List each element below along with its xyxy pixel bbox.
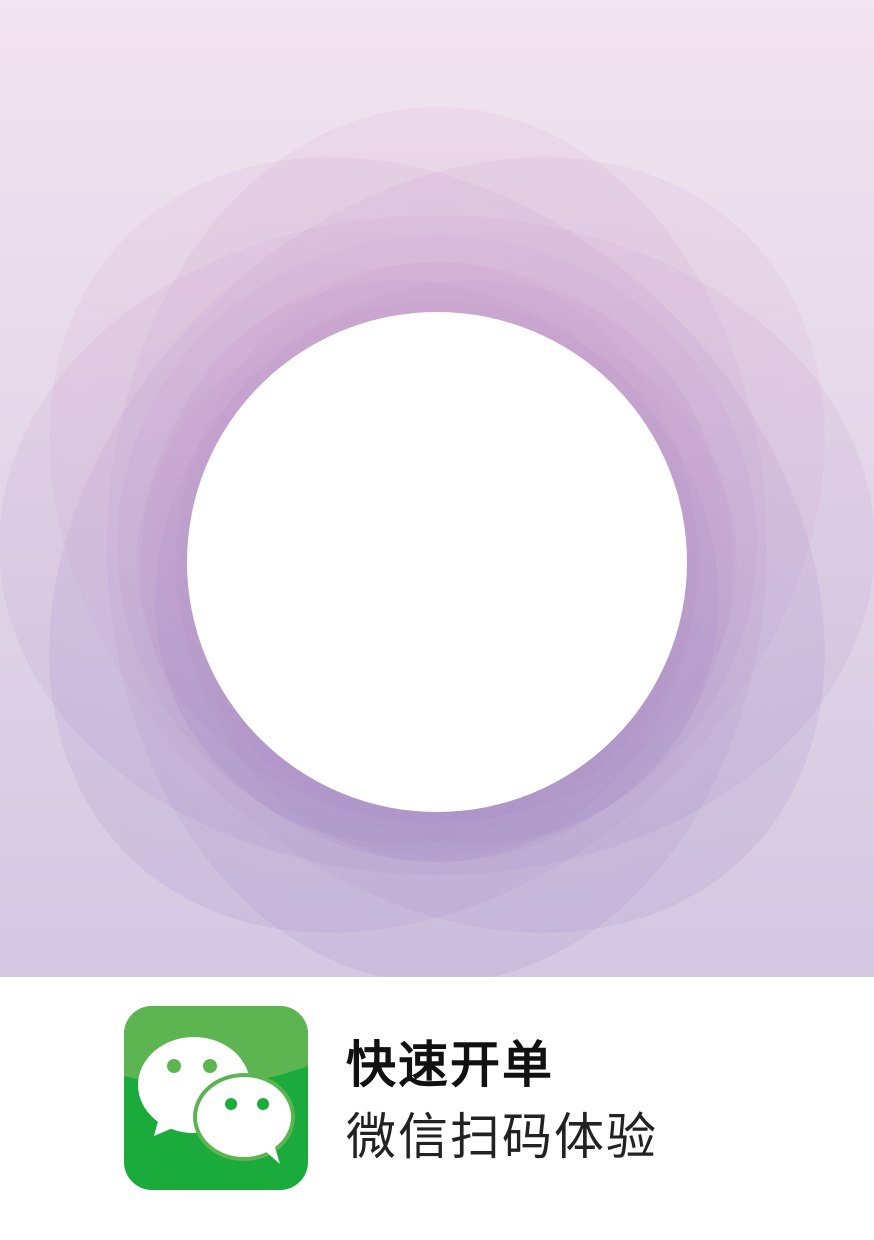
flower-graphic xyxy=(0,0,874,977)
wechat-icon xyxy=(124,1006,308,1190)
footer: 快速开单 微信扫码体验 xyxy=(0,977,874,1240)
poster: 快速开单 微信扫码体验 xyxy=(0,0,874,1240)
center-circle xyxy=(187,312,687,812)
caption: 快速开单 微信扫码体验 xyxy=(346,1033,846,1169)
subtitle: 微信扫码体验 xyxy=(346,1108,658,1166)
title: 快速开单 xyxy=(346,1036,554,1094)
